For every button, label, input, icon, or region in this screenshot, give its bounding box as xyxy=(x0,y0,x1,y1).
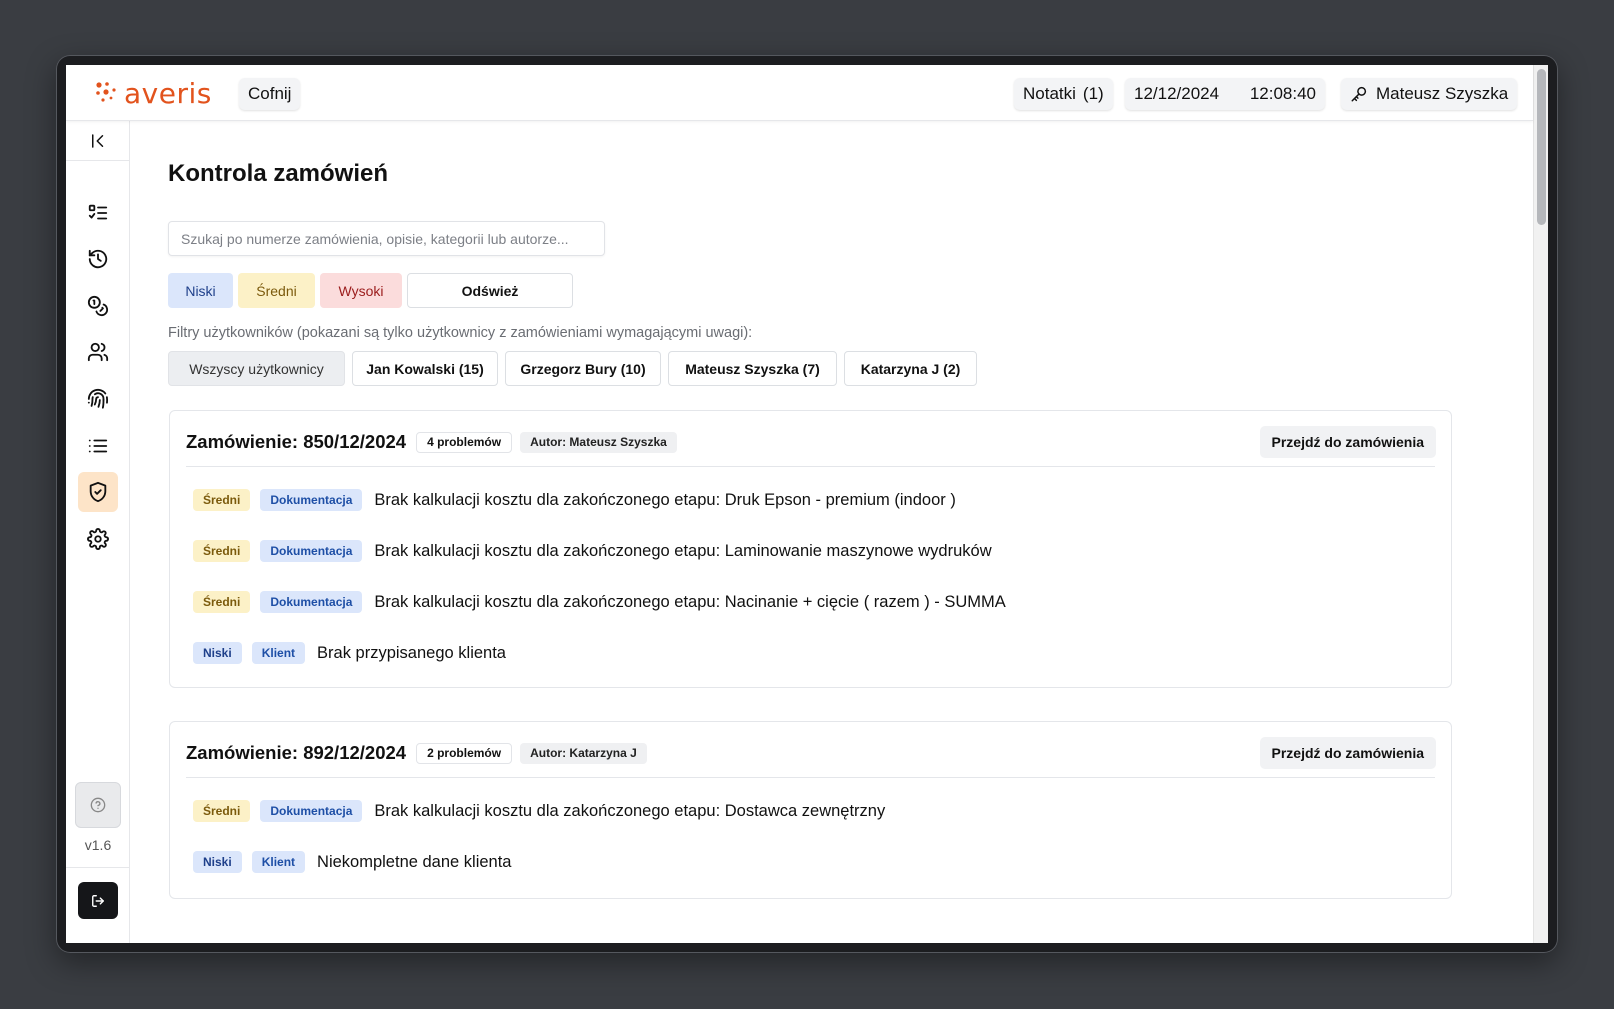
logo: averis xyxy=(94,76,212,110)
collapse-sidebar-button[interactable] xyxy=(66,121,130,161)
order-title: Zamówienie: 892/12/2024 xyxy=(186,742,407,763)
sidebar: v1.6 xyxy=(66,121,130,943)
collapse-icon xyxy=(92,133,104,148)
shield-check-icon xyxy=(89,481,107,503)
help-button[interactable] xyxy=(75,782,121,828)
sidebar-item-tasks[interactable] xyxy=(78,193,118,233)
order-header: Zamówienie: 850/12/2024 4 problemów Auto… xyxy=(186,427,677,457)
sidebar-item-lists[interactable] xyxy=(78,426,118,466)
author-badge: Autor: Mateusz Szyszka xyxy=(520,431,677,453)
task-list-icon xyxy=(88,204,108,220)
app-version: v1.6 xyxy=(84,837,112,853)
sidebar-item-access[interactable] xyxy=(78,379,118,419)
sidebar-item-history[interactable] xyxy=(78,239,118,279)
user-filter-all[interactable]: Wszyscy użytkownicy xyxy=(168,351,345,386)
category-tag: Dokumentacja xyxy=(260,489,363,511)
current-date: 12/12/2024 xyxy=(1134,84,1220,103)
user-filter-katarzyna-j[interactable]: Katarzyna J (2) xyxy=(844,351,977,386)
user-filter-grzegorz-bury[interactable]: Grzegorz Bury (10) xyxy=(505,351,661,386)
order-title: Zamówienie: 850/12/2024 xyxy=(186,431,407,452)
problem-count-badge: 4 problemów xyxy=(416,431,513,453)
issue-row: Średni Dokumentacja Brak kalkulacji kosz… xyxy=(193,539,992,563)
issue-text: Brak przypisanego klienta xyxy=(317,643,506,662)
help-icon xyxy=(90,797,106,813)
order-card: Zamówienie: 850/12/2024 4 problemów Auto… xyxy=(169,410,1452,688)
goto-order-button[interactable]: Przejdź do zamówienia xyxy=(1259,737,1436,769)
issue-text: Brak kalkulacji kosztu dla zakończonego … xyxy=(374,541,992,560)
category-tag: Klient xyxy=(251,642,306,664)
user-filter-caption: Filtry użytkowników (pokazani są tylko u… xyxy=(168,325,753,341)
user-name: Mateusz Szyszka xyxy=(1376,84,1509,103)
priority-tag: Niski xyxy=(193,851,242,873)
search-input[interactable] xyxy=(168,221,605,256)
filter-priority-medium[interactable]: Średni xyxy=(238,273,315,308)
app-screen: averis Cofnij Notatki (1) 12/12/2024 12:… xyxy=(66,65,1548,943)
sidebar-item-order-control[interactable] xyxy=(78,472,118,512)
sidebar-item-settings[interactable] xyxy=(78,519,118,559)
category-tag: Klient xyxy=(251,851,306,873)
logo-text: averis xyxy=(124,76,212,110)
users-icon xyxy=(87,342,109,362)
key-icon xyxy=(1351,86,1367,102)
issue-text: Brak kalkulacji kosztu dla zakończonego … xyxy=(374,592,1006,611)
author-badge: Autor: Katarzyna J xyxy=(520,742,647,764)
card-divider xyxy=(186,777,1435,778)
sidebar-divider xyxy=(66,867,130,868)
issue-text: Niekompletne dane klienta xyxy=(317,852,512,871)
problem-count-badge: 2 problemów xyxy=(416,742,513,764)
issue-text: Brak kalkulacji kosztu dla zakończonego … xyxy=(374,490,956,509)
issue-row: Średni Dokumentacja Brak kalkulacji kosz… xyxy=(193,488,956,512)
gear-icon xyxy=(87,528,109,550)
filter-priority-high[interactable]: Wysoki xyxy=(320,273,402,308)
fingerprint-icon xyxy=(87,388,109,409)
category-tag: Dokumentacja xyxy=(260,591,363,613)
logout-button[interactable] xyxy=(78,882,118,919)
card-divider xyxy=(186,466,1435,467)
priority-tag: Średni xyxy=(193,540,251,562)
category-tag: Dokumentacja xyxy=(260,800,363,822)
issue-row: Średni Dokumentacja Brak kalkulacji kosz… xyxy=(193,590,1006,614)
priority-tag: Średni xyxy=(193,591,251,613)
refresh-button[interactable]: Odśwież xyxy=(407,273,573,308)
notes-label: Notatki xyxy=(1023,84,1076,103)
issue-row: Średni Dokumentacja Brak kalkulacji kosz… xyxy=(193,799,885,823)
main-content: Kontrola zamówień Niski Średni Wysoki Od… xyxy=(130,121,1533,943)
issue-row: Niski Klient Brak przypisanego klienta xyxy=(193,641,506,665)
issue-text: Brak kalkulacji kosztu dla zakończonego … xyxy=(374,801,886,820)
order-header: Zamówienie: 892/12/2024 2 problemów Auto… xyxy=(186,738,647,768)
filter-priority-low[interactable]: Niski xyxy=(168,273,233,308)
history-icon xyxy=(88,249,108,269)
notes-count: (1) xyxy=(1082,84,1104,103)
user-menu-button[interactable]: Mateusz Szyszka xyxy=(1341,78,1518,110)
priority-tag: Średni xyxy=(193,489,251,511)
priority-tag: Niski xyxy=(193,642,242,664)
user-filter-mateusz-szyszka[interactable]: Mateusz Szyszka (7) xyxy=(668,351,837,386)
list-icon xyxy=(88,439,108,453)
user-filter-jan-kowalski[interactable]: Jan Kowalski (15) xyxy=(352,351,498,386)
logo-dots-icon xyxy=(96,82,116,102)
sidebar-item-users[interactable] xyxy=(78,332,118,372)
issue-row: Niski Klient Niekompletne dane klienta xyxy=(193,850,512,874)
notes-button[interactable]: Notatki (1) xyxy=(1014,78,1113,110)
sidebar-item-finance[interactable] xyxy=(78,286,118,326)
current-time: 12:08:40 xyxy=(1249,84,1316,103)
device-frame: averis Cofnij Notatki (1) 12/12/2024 12:… xyxy=(56,55,1558,953)
page-scrollbar[interactable] xyxy=(1533,65,1548,943)
goto-order-button[interactable]: Przejdź do zamówienia xyxy=(1259,426,1436,458)
datetime-display: 12/12/2024 12:08:40 xyxy=(1125,78,1325,110)
scrollbar-thumb[interactable] xyxy=(1537,69,1546,225)
page-title: Kontrola zamówień xyxy=(168,160,389,187)
category-tag: Dokumentacja xyxy=(260,540,363,562)
coins-icon xyxy=(87,295,108,317)
priority-tag: Średni xyxy=(193,800,251,822)
back-button[interactable]: Cofnij xyxy=(239,78,301,110)
top-bar: averis Cofnij Notatki (1) 12/12/2024 12:… xyxy=(66,65,1533,121)
logout-icon xyxy=(92,894,104,907)
order-card: Zamówienie: 892/12/2024 2 problemów Auto… xyxy=(169,721,1452,899)
